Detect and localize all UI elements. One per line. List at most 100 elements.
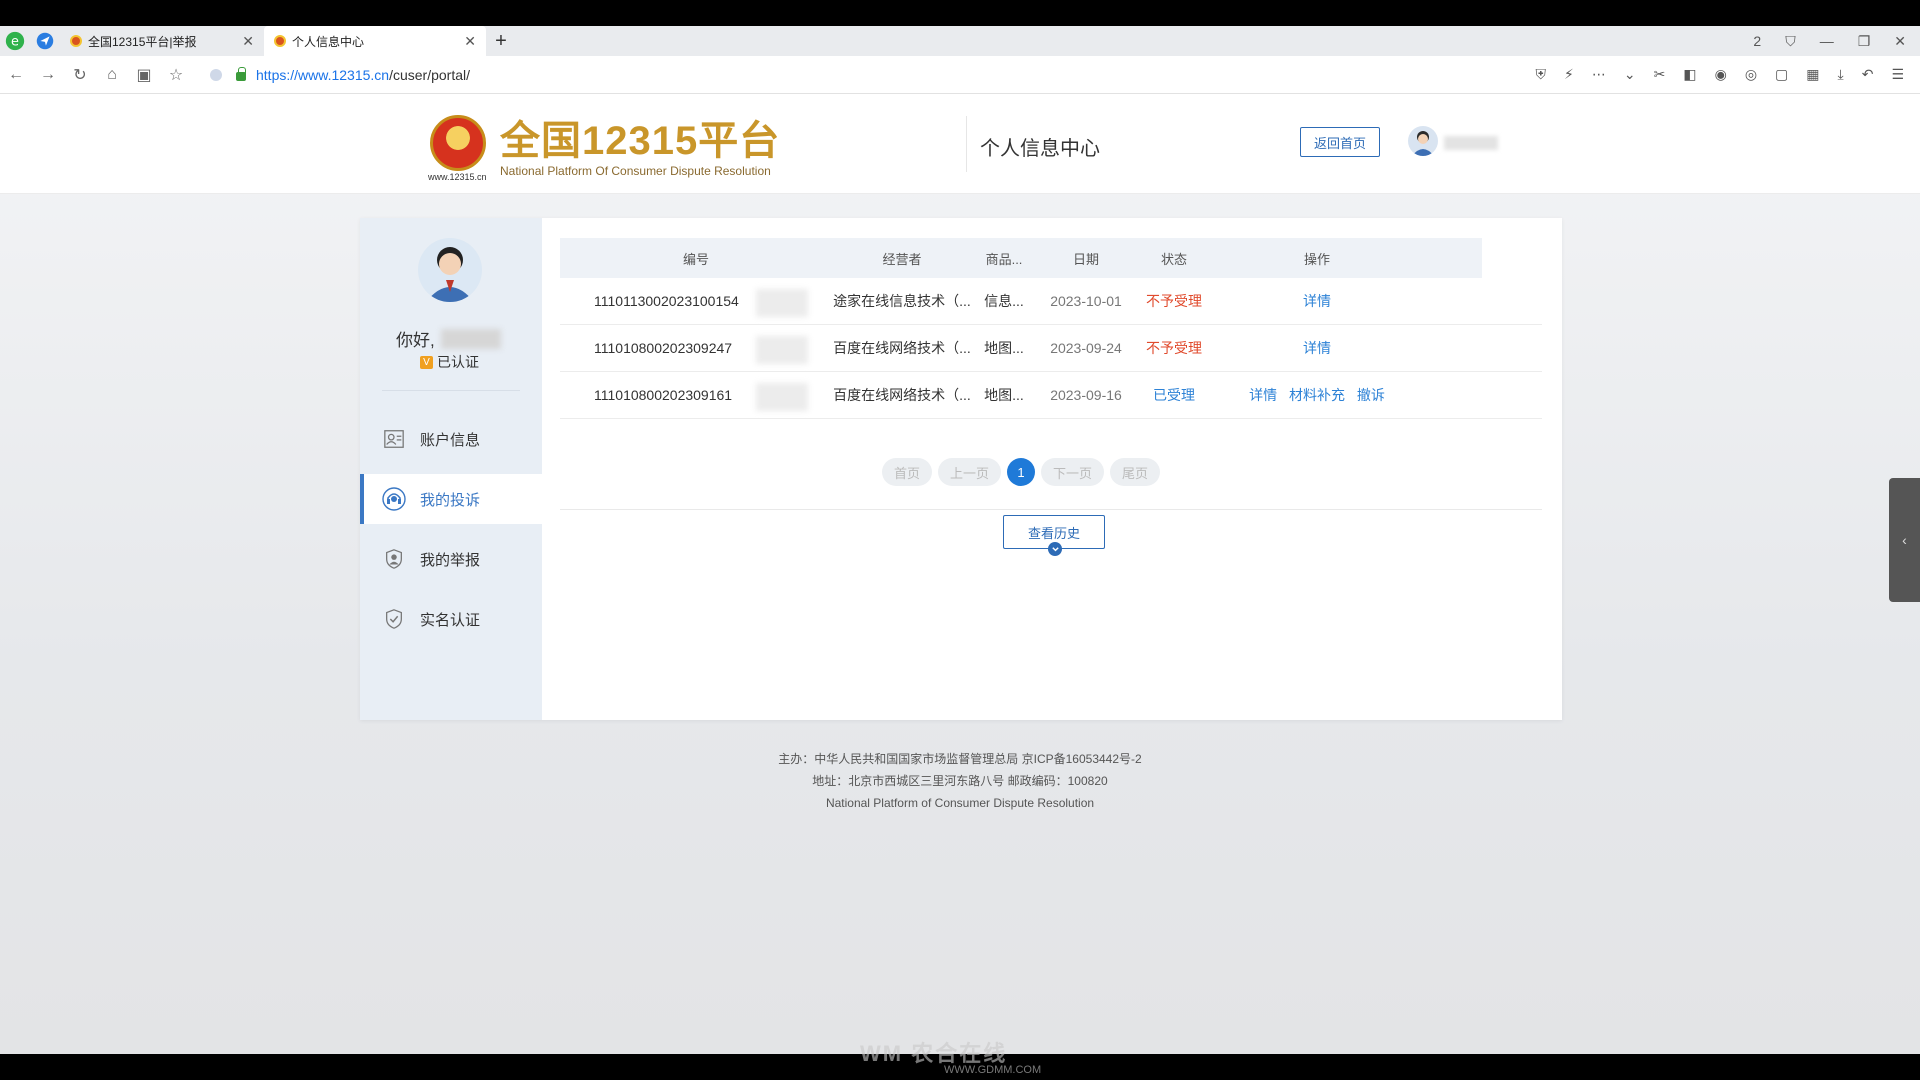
operator-cell: 百度在线网络技术（... — [833, 387, 971, 403]
status-badge: 不予受理 — [1146, 340, 1202, 356]
actions-cell: 详情 材料补充 撤诉 — [1212, 385, 1422, 405]
scissors-icon[interactable]: ✂ — [1654, 66, 1666, 83]
sidebar-item-reports[interactable]: 我的举报 — [360, 534, 542, 584]
translate-icon[interactable]: ◎ — [1745, 66, 1757, 83]
table-row: 111010800202309161 百度在线网络技术（... 地图... 20… — [560, 372, 1542, 419]
site-logo[interactable]: www.12315.cn 全国12315平台 National Platform… — [428, 108, 781, 182]
complaint-id: 111010800202309161 — [560, 383, 832, 411]
avatar[interactable] — [1408, 126, 1438, 156]
account-card-icon — [382, 427, 406, 451]
more-icon[interactable]: ⋯ — [1592, 66, 1606, 83]
forward-icon[interactable]: → — [32, 66, 64, 84]
reader-icon[interactable]: ▢ — [1775, 66, 1788, 83]
first-page-button[interactable]: 首页 — [881, 458, 932, 486]
detail-link[interactable]: 详情 — [1303, 293, 1331, 309]
complaints-content: 编号 经营者 商品... 日期 状态 操作 111011300202310015… — [560, 238, 1542, 556]
sidebar-item-complaints[interactable]: 我的投诉 — [360, 474, 542, 524]
home-icon[interactable]: ⌂ — [96, 66, 128, 84]
complaint-id: 111010800202309247 — [560, 336, 832, 364]
browser-tab-report[interactable]: 全国12315平台|举报 ✕ — [60, 26, 264, 56]
side-collapse-handle[interactable]: ‹ — [1889, 478, 1920, 602]
current-page-button[interactable]: 1 — [1007, 458, 1035, 486]
sidebar-item-label: 我的投诉 — [420, 491, 481, 509]
browser-tab-profile[interactable]: 个人信息中心 ✕ — [264, 26, 486, 56]
return-home-button[interactable]: 返回首页 — [1300, 127, 1380, 157]
user-avatar — [418, 238, 482, 302]
close-icon[interactable]: ✕ — [242, 33, 254, 50]
next-page-button[interactable]: 下一页 — [1041, 458, 1105, 486]
header-divider — [966, 116, 967, 172]
apps-grid-icon[interactable]: ▦ — [1806, 66, 1819, 83]
main-panel: 你好, V 已认证 账户信息 我的投诉 我的举报 实名认证 编号 经营者 商品.… — [360, 218, 1562, 720]
sidebar-item-account[interactable]: 账户信息 — [360, 414, 542, 464]
chevron-down-icon — [1048, 542, 1062, 556]
sidebar: 你好, V 已认证 账户信息 我的投诉 我的举报 实名认证 — [360, 218, 542, 720]
site-header: www.12315.cn 全国12315平台 National Platform… — [0, 94, 1920, 194]
table-header: 编号 经营者 商品... 日期 状态 操作 — [560, 238, 1482, 278]
site-favicon-icon — [70, 35, 82, 47]
url-field[interactable]: https://www.12315.cn/cuser/portal/ — [210, 61, 1536, 89]
window-counter[interactable]: 2 — [1753, 33, 1761, 50]
new-tab-button[interactable]: + — [486, 30, 516, 53]
extension-icon[interactable]: ◧ — [1683, 66, 1696, 83]
tab-title: 个人信息中心 — [292, 34, 365, 49]
briefcase-icon[interactable]: ▣ — [128, 65, 160, 85]
date-cell: 2023-10-01 — [1050, 293, 1122, 309]
sidebar-item-realname[interactable]: 实名认证 — [360, 594, 542, 644]
column-header-id: 编号 — [682, 251, 709, 267]
operator-cell: 百度在线网络技术（... — [833, 340, 971, 356]
column-header-actions: 操作 — [1303, 251, 1330, 267]
column-header-date: 日期 — [1072, 251, 1099, 267]
svg-text:e: e — [11, 35, 19, 50]
history-divider — [560, 509, 1542, 510]
product-cell: 信息... — [984, 293, 1024, 309]
date-cell: 2023-09-16 — [1050, 387, 1122, 403]
restore-icon[interactable]: ❐ — [1858, 33, 1871, 50]
prev-page-button[interactable]: 上一页 — [937, 458, 1001, 486]
favorites-icon[interactable]: ☆ — [160, 65, 192, 85]
download-icon[interactable]: ⤓ — [1838, 66, 1844, 83]
close-icon[interactable]: ✕ — [464, 33, 476, 50]
view-history-button[interactable]: 查看历史 — [1003, 515, 1105, 556]
username-redacted — [1444, 136, 1498, 150]
reload-icon[interactable]: ↻ — [64, 65, 96, 85]
site-footer: 主办：中华人民共和国国家市场监督管理总局 京ICP备16053442号-2 地址… — [0, 748, 1920, 814]
redaction-mask — [756, 383, 808, 411]
column-header-status: 状态 — [1160, 251, 1187, 267]
date-cell: 2023-09-24 — [1050, 340, 1122, 356]
logo-title: 全国12315平台 — [500, 119, 781, 163]
complaint-id: 1110113002023100154 — [560, 289, 832, 317]
detail-link[interactable]: 详情 — [1249, 387, 1277, 403]
minimize-icon[interactable]: — — [1820, 33, 1834, 50]
shield-icon[interactable]: ⛨ — [1536, 66, 1547, 83]
url-text[interactable]: https://www.12315.cn/cuser/portal/ — [256, 67, 470, 83]
redaction-mask — [756, 289, 808, 317]
detail-link[interactable]: 详情 — [1303, 340, 1331, 356]
product-cell: 地图... — [984, 340, 1024, 356]
send-icon[interactable] — [30, 26, 60, 56]
chevron-down-icon[interactable]: ⌄ — [1624, 66, 1636, 83]
shirt-icon[interactable]: ⛉ — [1785, 33, 1796, 50]
shield-check-icon — [382, 607, 406, 631]
sidebar-divider — [382, 390, 520, 391]
verified-icon: V — [420, 355, 433, 369]
game-icon[interactable]: ◉ — [1715, 66, 1727, 83]
operator-cell: 途家在线信息技术（... — [833, 293, 971, 309]
lock-icon — [236, 67, 246, 81]
column-header-operator: 经营者 — [882, 251, 922, 267]
browser-logo-icon[interactable]: e — [0, 26, 30, 56]
withdraw-complaint-link[interactable]: 撤诉 — [1357, 387, 1385, 403]
table-row: 111010800202309247 百度在线网络技术（... 地图... 20… — [560, 325, 1542, 372]
last-page-button[interactable]: 尾页 — [1110, 458, 1161, 486]
window-close-icon[interactable]: ✕ — [1894, 33, 1906, 50]
site-favicon-icon — [274, 35, 286, 47]
footer-english-name: National Platform of Consumer Dispute Re… — [825, 796, 1095, 810]
badge-report-icon — [382, 547, 406, 571]
headset-icon — [382, 487, 406, 511]
undo-icon[interactable]: ↶ — [1862, 66, 1874, 83]
back-icon[interactable]: ← — [0, 66, 32, 84]
supplement-materials-link[interactable]: 材料补充 — [1289, 387, 1345, 403]
lightning-icon[interactable]: ⚡ — [1564, 66, 1574, 83]
menu-icon[interactable]: ☰ — [1891, 66, 1904, 83]
security-shield-icon — [210, 68, 222, 81]
